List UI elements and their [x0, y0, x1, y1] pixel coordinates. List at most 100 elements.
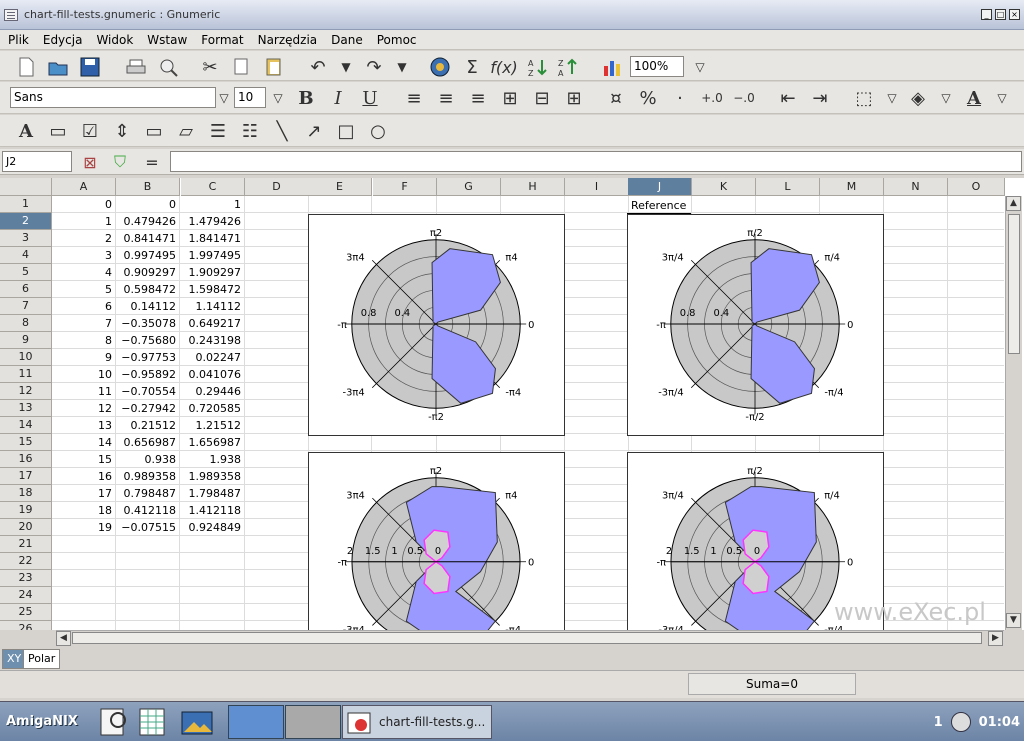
fill-color-icon[interactable]: ◈ — [906, 86, 930, 110]
align-right-icon[interactable]: ≡ — [466, 86, 490, 110]
row-header-3[interactable]: 3 — [0, 230, 52, 247]
cell-reference-field[interactable]: J2 — [2, 151, 72, 172]
sort-ascending-icon[interactable]: AZ — [526, 55, 550, 79]
frame-tool-icon[interactable]: ▭ — [46, 119, 70, 143]
table-cell[interactable]: 2 — [52, 230, 116, 247]
minimize-button[interactable]: _ — [981, 9, 992, 20]
table-cell[interactable]: −0.27942 — [116, 400, 180, 417]
table-cell[interactable]: 0.29446 — [181, 383, 245, 400]
row-header-9[interactable]: 9 — [0, 332, 52, 349]
image-viewer-icon[interactable] — [180, 706, 214, 738]
table-cell[interactable]: 13 — [52, 417, 116, 434]
table-cell[interactable]: 0.041076 — [181, 366, 245, 383]
row-header-21[interactable]: 21 — [0, 536, 52, 553]
merge-cells-icon[interactable]: ⊞ — [498, 86, 522, 110]
center-across-icon[interactable]: ⊟ — [530, 86, 554, 110]
cancel-edit-icon[interactable]: ⊠ — [78, 150, 102, 174]
table-cell[interactable]: 1.598472 — [181, 281, 245, 298]
table-cell[interactable]: 0.924849 — [181, 519, 245, 536]
borders-dropdown-icon[interactable]: ▽ — [880, 86, 904, 110]
italic-icon[interactable]: I — [326, 86, 350, 110]
table-cell[interactable]: 3 — [52, 247, 116, 264]
list-tool-icon[interactable]: ☰ — [206, 119, 230, 143]
increase-decimals-icon[interactable]: +.0 — [700, 86, 724, 110]
horizontal-scrollbar[interactable]: ◀ ▶ — [56, 630, 1004, 646]
row-header-11[interactable]: 11 — [0, 366, 52, 383]
table-cell[interactable]: 0.841471 — [116, 230, 180, 247]
undo-icon[interactable]: ↶ — [306, 55, 330, 79]
sort-descending-icon[interactable]: ZA — [556, 55, 580, 79]
row-header-26[interactable]: 26 — [0, 621, 52, 630]
table-cell[interactable]: 1.798487 — [181, 485, 245, 502]
table-cell[interactable]: 4 — [52, 264, 116, 281]
table-cell[interactable]: −0.35078 — [116, 315, 180, 332]
column-header-h[interactable]: H — [501, 178, 565, 196]
table-cell[interactable]: 16 — [52, 468, 116, 485]
column-header-g[interactable]: G — [437, 178, 501, 196]
row-header-22[interactable]: 22 — [0, 553, 52, 570]
thousands-separator-icon[interactable]: · — [668, 86, 692, 110]
table-cell[interactable]: 1.989358 — [181, 468, 245, 485]
table-cell[interactable]: 1.14112 — [181, 298, 245, 315]
column-header-d[interactable]: D — [245, 178, 309, 196]
table-cell[interactable]: 0.14112 — [116, 298, 180, 315]
row-header-19[interactable]: 19 — [0, 502, 52, 519]
taskbar-window-button[interactable]: chart-fill-tests.g... — [342, 705, 492, 739]
select-all-corner[interactable] — [0, 178, 52, 196]
vertical-scroll-thumb[interactable] — [1008, 214, 1020, 354]
menu-help[interactable]: Pomoc — [369, 33, 423, 47]
table-cell[interactable]: 1.909297 — [181, 264, 245, 281]
column-header-m[interactable]: M — [820, 178, 884, 196]
table-cell[interactable]: 0.21512 — [116, 417, 180, 434]
table-cell[interactable]: 12 — [52, 400, 116, 417]
font-color-dropdown-icon[interactable]: ▽ — [990, 86, 1014, 110]
row-header-7[interactable]: 7 — [0, 298, 52, 315]
sheet-tab-polar[interactable]: Polar — [23, 649, 61, 669]
row-header-25[interactable]: 25 — [0, 604, 52, 621]
borders-icon[interactable]: ⬚ — [852, 86, 876, 110]
table-cell[interactable]: 9 — [52, 349, 116, 366]
copy-icon[interactable] — [230, 55, 254, 79]
row-header-8[interactable]: 8 — [0, 315, 52, 332]
row-header-17[interactable]: 17 — [0, 468, 52, 485]
column-header-n[interactable]: N — [884, 178, 948, 196]
undo-dropdown-icon[interactable]: ▼ — [334, 55, 358, 79]
table-cell[interactable]: 11 — [52, 383, 116, 400]
table-cell[interactable]: 0.938 — [116, 451, 180, 468]
table-cell[interactable]: −0.70554 — [116, 383, 180, 400]
close-button[interactable]: × — [1009, 9, 1020, 20]
rectangle-tool-icon[interactable]: □ — [334, 119, 358, 143]
increase-indent-icon[interactable]: ⇥ — [808, 86, 832, 110]
align-left-icon[interactable]: ≡ — [402, 86, 426, 110]
formula-equals-button[interactable]: = — [140, 150, 164, 174]
table-cell[interactable]: 17 — [52, 485, 116, 502]
insert-chart-icon[interactable] — [600, 55, 624, 79]
table-cell[interactable]: 1 — [52, 213, 116, 230]
function-icon[interactable]: f(x) — [490, 55, 518, 79]
table-cell[interactable]: 1.997495 — [181, 247, 245, 264]
table-cell[interactable]: 0 — [116, 196, 180, 213]
column-header-f[interactable]: F — [373, 178, 437, 196]
workspace-2[interactable] — [285, 705, 341, 739]
formula-input[interactable] — [170, 151, 1022, 172]
zoom-dropdown-icon[interactable]: ▽ — [688, 55, 712, 79]
column-header-c[interactable]: C — [181, 178, 245, 196]
split-cells-icon[interactable]: ⊞ — [562, 86, 586, 110]
table-cell[interactable]: 6 — [52, 298, 116, 315]
column-header-b[interactable]: B — [116, 178, 180, 196]
bold-icon[interactable]: B — [294, 86, 318, 110]
spin-button-tool-icon[interactable]: ⇕ — [110, 119, 134, 143]
paste-icon[interactable] — [262, 55, 286, 79]
scroll-right-arrow-icon[interactable]: ▶ — [988, 631, 1003, 646]
decrease-indent-icon[interactable]: ⇤ — [776, 86, 800, 110]
combo-tool-icon[interactable]: ☷ — [238, 119, 262, 143]
redo-icon[interactable]: ↷ — [362, 55, 386, 79]
table-cell[interactable]: 5 — [52, 281, 116, 298]
table-cell[interactable]: 0.479426 — [116, 213, 180, 230]
accept-edit-icon[interactable]: ⛉ — [108, 150, 132, 174]
table-cell[interactable]: 19 — [52, 519, 116, 536]
table-cell[interactable]: 0.243198 — [181, 332, 245, 349]
window-menu-icon[interactable] — [4, 8, 18, 21]
row-header-18[interactable]: 18 — [0, 485, 52, 502]
file-manager-icon[interactable] — [98, 706, 132, 738]
